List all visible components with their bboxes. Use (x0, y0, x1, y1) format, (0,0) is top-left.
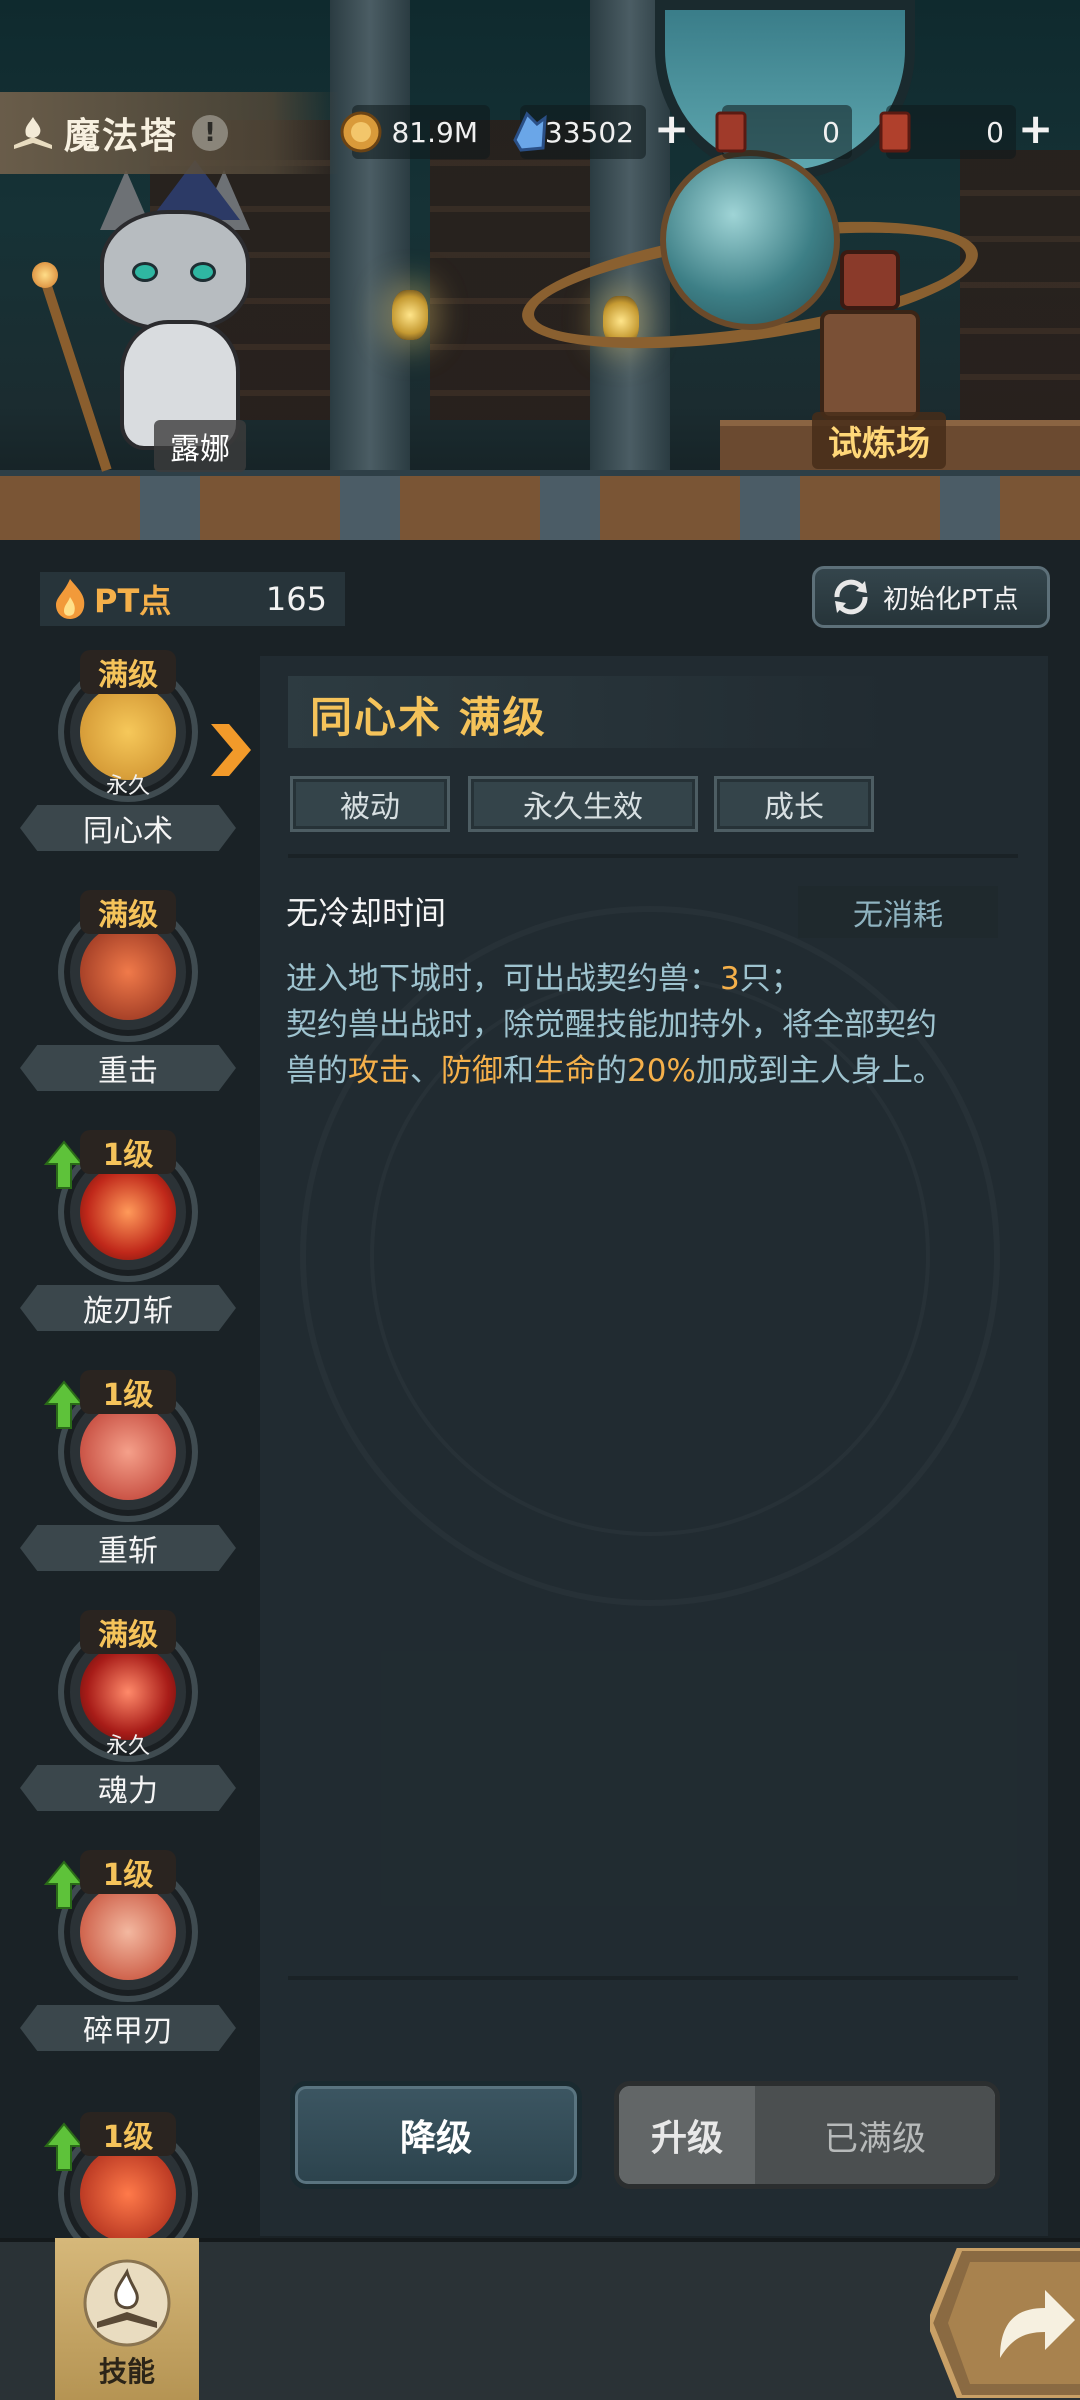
skill-name: 重斩 (20, 1525, 236, 1571)
skill-name: 碎甲刃 (20, 2005, 236, 2051)
skill-list[interactable]: 满级 永久 同心术 满级 重击 1级 旋刃斩 1级 重斩 满级 永久 魂力 1级… (0, 650, 260, 2240)
bookshelf (960, 150, 1080, 450)
reset-pt-button[interactable]: 初始化PT点 (812, 566, 1050, 628)
skill-detail-panel: 同心术 满级 被动 永久生效 成长 无冷却时间 无消耗 进入地下城时，可出战契约… (260, 656, 1048, 2236)
pillar (330, 0, 410, 480)
lamp-icon (392, 290, 428, 340)
npc-luna-label: 露娜 (154, 420, 246, 472)
armor-break-icon (80, 1884, 176, 1980)
dummy-body (820, 310, 920, 420)
upgrade-arrow-icon (44, 2122, 84, 2171)
staff-flame-icon (32, 262, 58, 288)
reset-pt-label: 初始化PT点 (883, 584, 1019, 615)
skill-level-tag: 1级 (80, 1130, 176, 1174)
desc-line-3: 兽的攻击、防御和生命的20%加成到主人身上。 (286, 1053, 944, 1089)
upgrade-arrow-icon (44, 1860, 84, 1909)
tag-growth: 成长 (714, 776, 874, 832)
skill-item-tongxinshu[interactable]: 满级 永久 同心术 (20, 650, 236, 880)
ticket-b-icon (870, 107, 920, 157)
library-scene: 露娜 试炼场 (0, 0, 1080, 540)
cat-eye (132, 262, 158, 282)
cost-badge: 无消耗 (798, 886, 998, 938)
add-crystal-button[interactable]: + (654, 104, 689, 153)
skill-name: 魂力 (20, 1765, 236, 1811)
skill-item-zhongji[interactable]: 满级 重击 (20, 890, 236, 1120)
skill-name: 旋刃斩 (20, 1285, 236, 1331)
heavy-slash-icon (80, 1404, 176, 1500)
skill-level-tag: 1级 (80, 1370, 176, 1414)
spellbook-icon (10, 113, 56, 153)
desc-line-2: 契约兽出战时，除觉醒技能加持外，将全部契约 (286, 1007, 937, 1043)
ticket-a-counter: 0 (715, 105, 852, 159)
info-icon[interactable]: ! (192, 115, 229, 151)
skill-name: 重击 (20, 1045, 236, 1091)
cat-head (100, 210, 250, 330)
upgrade-arrow-icon (44, 1380, 84, 1429)
crystal-counter: 33502 (513, 105, 646, 159)
pt-points-bar: PT点 165 (40, 572, 345, 626)
skill-level-tag: 满级 (80, 650, 176, 694)
heavy-strike-icon (80, 924, 176, 1020)
gold-coin-icon (336, 107, 386, 157)
skill-item-zhongzhan[interactable]: 1级 重斩 (20, 1370, 236, 1600)
ticket-a-value: 0 (822, 115, 840, 149)
skill-item-7[interactable]: 1级 (20, 2112, 236, 2240)
gold-value: 81.9M (391, 115, 478, 149)
tag-permanent: 永久生效 (468, 776, 698, 832)
ticket-a-icon (706, 107, 756, 157)
skill-level-tag: 1级 (80, 2112, 176, 2156)
skill-description: 进入地下城时，可出战契约兽：3只； 契约兽出战时，除觉醒技能加持外，将全部契约 … (286, 956, 1026, 1094)
gold-counter: 81.9M (340, 105, 490, 159)
upgrade-label: 升级 (619, 2086, 755, 2184)
fire-icon (56, 579, 85, 619)
skill-level-tag: 1级 (80, 1850, 176, 1894)
crystal-icon (504, 107, 554, 157)
paw-icon (80, 684, 176, 780)
ticket-b-counter: 0 (879, 105, 1016, 159)
desc-line-1: 进入地下城时，可出战契约兽：3只； (286, 961, 802, 997)
maxed-label: 已满级 (755, 2086, 995, 2184)
skill-level-tag: 满级 (80, 890, 176, 934)
ticket-b-value: 0 (986, 115, 1004, 149)
skill-item-hunli[interactable]: 满级 永久 魂力 (20, 1610, 236, 1840)
forward-arrow-button[interactable] (930, 2248, 1080, 2398)
downgrade-button[interactable]: 降级 (290, 2081, 582, 2189)
skill-permanent-tag: 永久 (105, 1734, 150, 1759)
training-ground-label[interactable]: 试炼场 (812, 412, 946, 469)
location-title-text: 魔法塔 (64, 116, 179, 157)
selected-chevron-icon (211, 724, 251, 776)
skill-item-xuanrenzhan[interactable]: 1级 旋刃斩 (20, 1130, 236, 1360)
floor (0, 470, 1080, 540)
skill-permanent-tag: 永久 (105, 774, 150, 799)
skill-item-suijiaren[interactable]: 1级 碎甲刃 (20, 1850, 236, 2080)
dummy-head (840, 250, 900, 310)
tag-passive: 被动 (290, 776, 450, 832)
skill-level-tag: 满级 (80, 1610, 176, 1654)
tab-skill[interactable]: 技能 (55, 2238, 199, 2400)
crystal-value: 33502 (544, 115, 634, 149)
location-title: 魔法塔 ! (0, 92, 340, 174)
cat-eye (190, 262, 216, 282)
refresh-icon (834, 579, 868, 615)
whirl-blade-icon (80, 1164, 176, 1260)
magic-tower-screen: 露娜 试炼场 魔法塔 ! 81.9M 33502 + 0 0 + PT点 165… (0, 0, 1080, 2400)
upgrade-arrow-icon (44, 1140, 84, 1189)
cooldown-label: 无冷却时间 (286, 894, 447, 932)
skill-book-icon (83, 2259, 171, 2347)
fire-glyph-icon (80, 2146, 176, 2240)
add-ticket-button[interactable]: + (1018, 104, 1053, 153)
pt-label: PT点 (94, 582, 172, 620)
upgrade-button[interactable]: 升级 已满级 (614, 2081, 1000, 2189)
soul-power-icon (80, 1644, 176, 1740)
skill-name: 同心术 (20, 805, 236, 851)
divider (288, 854, 1018, 858)
pt-value: 165 (265, 580, 327, 618)
skill-detail-title: 同心术 满级 (310, 693, 547, 742)
tab-skill-label: 技能 (98, 2355, 155, 2388)
divider (288, 1976, 1018, 1980)
